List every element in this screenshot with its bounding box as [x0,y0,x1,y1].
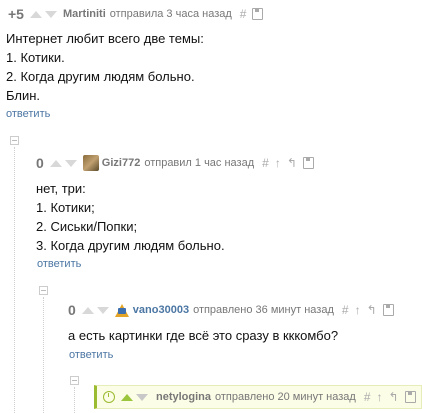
thread-root-icon[interactable]: ↰ [287,156,297,170]
permalink-icon[interactable]: # [364,390,371,404]
comment-line: Блин. [6,88,41,103]
thread-root-icon[interactable]: ↰ [367,303,377,317]
comment-time: отправил 1 час назад [144,157,255,169]
reply-link[interactable]: ответить [69,349,113,361]
avatar[interactable] [114,303,129,317]
vote-down-icon[interactable] [44,10,57,18]
comment-tools: # ↑ ↰ [342,303,400,317]
comment-rating: 0 [68,302,76,318]
permalink-icon[interactable]: # [342,303,349,317]
vote-up-icon[interactable] [49,159,62,167]
comment-header: 0 Gizi772 отправил 1 час назад # ↑ ↰ [36,155,320,171]
vote-up-icon[interactable] [121,393,133,401]
thread-line [74,387,75,413]
comment-header: +5 Martiniti отправила 3 часа назад # [8,6,269,22]
comment-username[interactable]: vano30003 [133,304,189,316]
comment-line: а есть картинки где всё это сразу в ккко… [68,328,339,343]
comment-line: 3. Когда другим людям больно. [36,238,225,253]
comment-time: отправлено 36 минут назад [193,304,334,316]
vote-up-icon[interactable] [81,306,94,314]
comment-time: отправлено 20 минут назад [215,391,356,403]
comment-username[interactable]: Gizi772 [102,157,141,169]
comment-rating: 0 [36,155,44,171]
comment-header: 0 vano30003 отправлено 36 минут назад # … [68,302,400,318]
comment-line: нет, три: [36,181,86,196]
save-icon[interactable] [404,391,416,403]
comment-netylogina: netylogina отправлено 20 минут назад # ↑… [94,385,422,409]
comment-line: 2. Когда другим людям больно. [6,69,195,84]
comment-line: Интернет любит всего две темы: [6,31,204,46]
collapse-thread-button[interactable] [10,136,19,145]
comment-tools: # ↑ ↰ [364,390,422,404]
save-icon[interactable] [252,8,264,20]
vote-down-icon[interactable] [96,306,109,314]
parent-comment-icon[interactable]: ↑ [377,390,383,404]
save-icon[interactable] [382,304,394,316]
comment-username[interactable]: Martiniti [63,8,106,20]
vote-down-icon[interactable] [136,393,148,401]
comment-line: 2. Сиськи/Попки; [36,219,138,234]
comment-body: нет, три: 1. Котики; 2. Сиськи/Попки; 3.… [36,179,225,255]
comment-body: а есть картинки где всё это сразу в ккко… [68,326,338,345]
vote-down-icon[interactable] [64,159,77,167]
comment-tools: # ↑ ↰ [262,156,320,170]
parent-comment-icon[interactable]: ↑ [275,156,281,170]
collapse-thread-button[interactable] [39,286,48,295]
comment-header: netylogina отправлено 20 минут назад # ↑… [101,389,422,405]
thread-root-icon[interactable]: ↰ [389,390,399,404]
clock-icon [103,391,115,403]
parent-comment-icon[interactable]: ↑ [355,303,361,317]
thread-line [14,147,15,413]
comment-rating: +5 [8,6,24,22]
permalink-icon[interactable]: # [240,7,247,21]
reply-link[interactable]: ответить [37,258,81,270]
comment-line: 1. Котики. [6,50,65,65]
vote-up-icon[interactable] [29,10,42,18]
collapse-thread-button[interactable] [70,376,79,385]
save-icon[interactable] [302,157,314,169]
permalink-icon[interactable]: # [262,156,269,170]
comment-time: отправила 3 часа назад [109,8,232,20]
reply-link[interactable]: ответить [6,108,50,120]
comment-body: Интернет любит всего две темы: 1. Котики… [6,29,204,105]
comment-line: 1. Котики; [36,200,95,215]
comment-username[interactable]: netylogina [156,391,211,403]
avatar[interactable] [82,155,99,171]
comment-tools: # [240,7,270,21]
thread-line [43,297,44,413]
